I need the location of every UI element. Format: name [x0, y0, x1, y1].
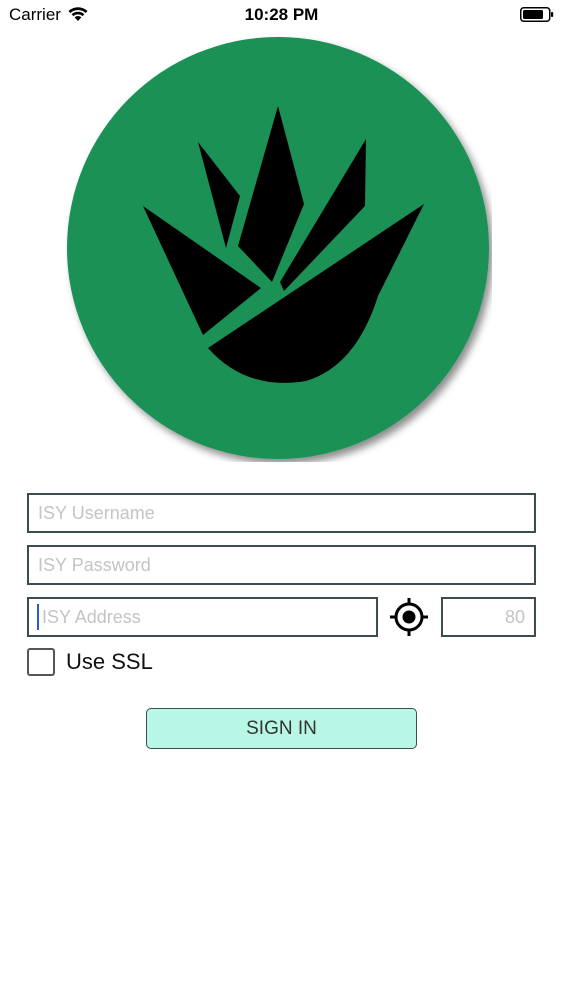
crosshair-locate-icon[interactable] [389, 597, 429, 637]
sign-in-button[interactable]: SIGN IN [146, 708, 417, 749]
use-ssl-label: Use SSL [66, 649, 153, 674]
port-input[interactable] [441, 597, 536, 637]
text-cursor [37, 604, 39, 630]
login-screen: Carrier 10:28 PM ISY Username ISY Addres… [0, 0, 563, 1000]
status-bar: Carrier 10:28 PM [0, 0, 563, 30]
clock: 10:28 PM [244, 5, 319, 24]
use-ssl-checkbox[interactable] [27, 648, 55, 676]
address-input[interactable] [27, 597, 378, 637]
app-logo [66, 36, 492, 462]
username-input[interactable] [27, 493, 536, 533]
battery-icon [520, 7, 554, 22]
password-input[interactable] [27, 545, 536, 585]
